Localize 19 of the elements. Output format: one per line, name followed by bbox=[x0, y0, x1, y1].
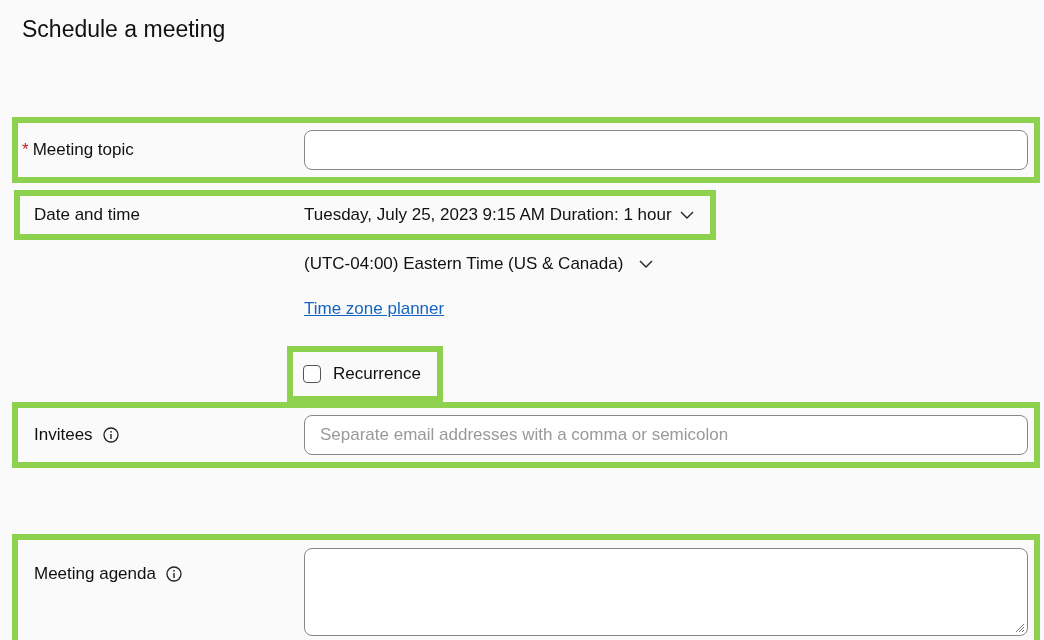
agenda-field[interactable] bbox=[304, 548, 1028, 636]
timezone-planner-link[interactable]: Time zone planner bbox=[304, 299, 445, 319]
checkbox[interactable] bbox=[303, 365, 321, 383]
required-asterisk: * bbox=[22, 140, 29, 160]
field-label: Meeting topic bbox=[32, 140, 134, 160]
text-field[interactable]: Separate email addresses with a comma or semicolon bbox=[304, 415, 1028, 455]
field-label: Date and time bbox=[34, 205, 140, 225]
timezone-dropdown[interactable]: (UTC-04:00) Eastern Time (US & Canada) bbox=[304, 254, 654, 274]
field-label: Invitees bbox=[34, 425, 93, 445]
chevron-down-icon bbox=[679, 211, 694, 219]
page-title: Schedule a meeting bbox=[22, 16, 226, 43]
info-icon[interactable] bbox=[102, 427, 119, 443]
chevron-down-icon bbox=[639, 260, 654, 268]
checkbox-label: Recurrence bbox=[333, 364, 421, 384]
datetime-dropdown[interactable]: Tuesday, July 25, 2023 9:15 AM Duration: 1 hour bbox=[304, 205, 694, 225]
field-label: Meeting agenda bbox=[34, 564, 156, 584]
resize-grip-icon[interactable] bbox=[1013, 621, 1025, 633]
text-field[interactable] bbox=[304, 130, 1028, 170]
info-icon[interactable] bbox=[165, 566, 182, 582]
